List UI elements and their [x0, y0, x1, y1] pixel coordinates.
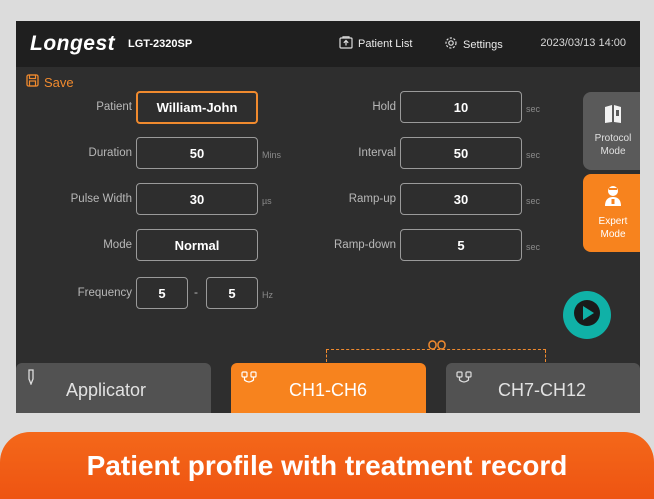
- mode-label: Mode: [103, 239, 132, 251]
- electrode-icon: [456, 369, 472, 390]
- tab-ch1-ch6[interactable]: CH1-CH6: [231, 363, 426, 413]
- ramp-down-unit: sec: [526, 242, 541, 252]
- caption-banner: Patient profile with treatment record: [0, 432, 654, 499]
- patient-list-label: Patient List: [358, 38, 413, 50]
- top-bar: Longest LGT-2320SP Patient List Settings…: [16, 21, 640, 67]
- duration-field[interactable]: 50: [136, 137, 258, 169]
- save-button[interactable]: Save: [26, 74, 74, 90]
- frequency-min-field[interactable]: 5: [136, 277, 188, 309]
- frequency-range-dash: -: [194, 285, 198, 299]
- tab-applicator[interactable]: Applicator: [16, 363, 211, 413]
- mode-select[interactable]: Normal: [136, 229, 258, 261]
- hold-unit: sec: [526, 104, 541, 114]
- tab-ch7-ch12-label: CH7-CH12: [498, 380, 587, 400]
- play-button[interactable]: [563, 291, 611, 339]
- interval-label: Interval: [358, 147, 396, 159]
- frequency-label: Frequency: [77, 287, 132, 299]
- caption-text: Patient profile with treatment record: [86, 449, 568, 481]
- patient-label: Patient: [96, 101, 132, 113]
- patient-list-icon: [339, 36, 353, 52]
- settings-label: Settings: [463, 38, 503, 51]
- device-screen: Longest LGT-2320SP Patient List Settings…: [16, 21, 640, 413]
- save-icon: [26, 74, 39, 90]
- hold-label: Hold: [372, 101, 396, 113]
- expert-mode-line1: Expert: [598, 216, 628, 227]
- play-icon: [572, 298, 602, 333]
- ramp-up-field[interactable]: 30: [400, 183, 522, 215]
- expert-mode-button[interactable]: Expert Mode: [583, 174, 640, 252]
- tab-applicator-label: Applicator: [66, 380, 147, 400]
- duration-unit: Mins: [262, 150, 282, 160]
- ramp-down-label: Ramp-down: [334, 239, 396, 251]
- duration-label: Duration: [88, 147, 132, 159]
- pulse-width-unit: µs: [262, 196, 272, 206]
- frequency-max-field[interactable]: 5: [206, 277, 258, 309]
- settings-button[interactable]: Settings: [444, 36, 503, 53]
- datetime: 2023/03/13 14:00: [540, 37, 626, 49]
- tab-ch1-ch6-label: CH1-CH6: [289, 380, 368, 400]
- brand-logo: Longest: [30, 32, 116, 55]
- expert-mode-line2: Mode: [600, 229, 626, 240]
- patient-list-button[interactable]: Patient List: [339, 36, 412, 52]
- link-icon[interactable]: [427, 338, 447, 356]
- save-label: Save: [44, 74, 74, 90]
- ramp-up-unit: sec: [526, 196, 541, 206]
- patient-field[interactable]: William-John: [136, 91, 258, 124]
- model-name: LGT-2320SP: [128, 38, 193, 50]
- probe-icon: [26, 369, 36, 390]
- protocol-mode-line2: Mode: [600, 146, 626, 157]
- frequency-unit: Hz: [262, 290, 273, 300]
- interval-unit: sec: [526, 150, 541, 160]
- ramp-down-field[interactable]: 5: [400, 229, 522, 261]
- gear-icon: [444, 36, 458, 53]
- pulse-width-label: Pulse Width: [70, 193, 132, 205]
- ramp-up-label: Ramp-up: [348, 193, 396, 205]
- doctor-icon: [603, 185, 623, 211]
- tab-ch7-ch12[interactable]: CH7-CH12: [446, 363, 640, 413]
- hold-field[interactable]: 10: [400, 91, 522, 123]
- pulse-width-field[interactable]: 30: [136, 183, 258, 215]
- protocol-mode-line1: Protocol: [594, 133, 632, 144]
- protocol-mode-button[interactable]: Protocol Mode: [583, 92, 640, 170]
- electrode-icon: [241, 369, 257, 390]
- interval-field[interactable]: 50: [400, 137, 522, 169]
- book-icon: [602, 104, 624, 128]
